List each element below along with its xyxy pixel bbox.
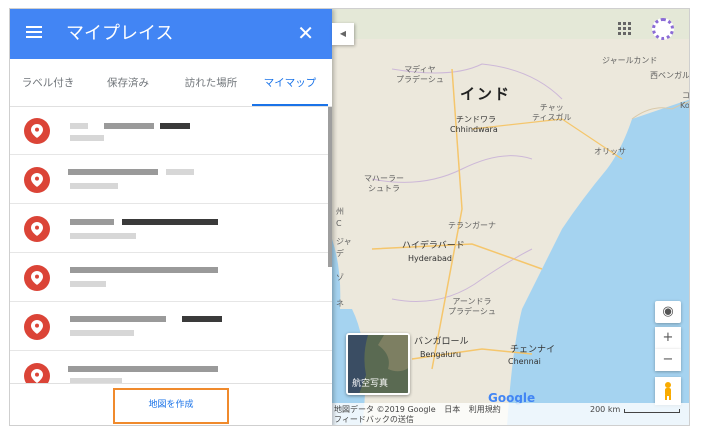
label-hyderabad-en: Hyderabad [408, 254, 452, 263]
pegman-shape [665, 382, 671, 400]
list-item[interactable] [10, 107, 332, 155]
apps-grid-icon[interactable] [618, 22, 632, 36]
label-partial-jiang: ジャ [336, 237, 352, 246]
label-telangana: テランガーナ [448, 221, 496, 230]
label-chennai-en: Chennai [508, 357, 541, 366]
feedback-link[interactable]: フィードバックの送信 [334, 415, 689, 425]
redacted-text [68, 366, 218, 372]
redacted-text [68, 169, 158, 175]
map-pin-icon [24, 265, 50, 291]
label-madhya-pradesh: マディヤ プラデーシュ [396, 65, 444, 84]
list-item[interactable] [10, 352, 332, 383]
map-pin-icon [24, 118, 50, 144]
map-canvas[interactable]: インド マディヤ プラデーシュ チンドワラ Chhindwara チャッ ティス… [332, 9, 690, 425]
label-andhra-pradesh: アーンドラ プラデーシュ [448, 297, 496, 316]
pin-glyph [31, 271, 43, 285]
pin-glyph [31, 173, 43, 187]
label-bangalore-ja: バンガロール [414, 337, 469, 347]
pin-glyph [31, 124, 43, 138]
list-item[interactable] [10, 205, 332, 253]
label-partial-c: C [336, 219, 342, 228]
redacted-text [70, 316, 166, 322]
redacted-text [70, 123, 88, 129]
account-avatar[interactable] [652, 18, 674, 40]
redacted-text [70, 330, 134, 336]
map-pin-icon [24, 363, 50, 383]
map-pin-icon [24, 167, 50, 193]
label-jharkhand: ジャールカンド [602, 56, 658, 65]
label-partial-ne: ネ [336, 299, 344, 308]
redacted-text [70, 135, 104, 141]
tab-saved[interactable]: 保存済み [100, 59, 156, 106]
map-data-text: 地図データ ©2019 Google [334, 405, 436, 414]
scale-bar [624, 409, 680, 413]
label-maharashtra: マハーラー シュトラ [364, 174, 404, 193]
label-chhindwara-en: Chhindwara [450, 125, 498, 134]
close-icon[interactable]: ✕ [297, 21, 314, 45]
list-item[interactable] [10, 156, 332, 204]
map-pin-icon [24, 216, 50, 242]
label-chhattisgarh: チャッ ティスガル [532, 103, 572, 122]
redacted-text [70, 233, 136, 239]
pin-glyph [31, 369, 43, 383]
redacted-text [182, 316, 222, 322]
map-pin-icon [24, 314, 50, 340]
app-window: インド マディヤ プラデーシュ チンドワラ Chhindwara チャッ ティス… [9, 8, 690, 426]
tab-visited[interactable]: 訪れた場所 [178, 59, 244, 106]
redacted-text [70, 267, 218, 273]
redacted-text [122, 219, 218, 225]
satellite-toggle[interactable]: 航空写真 [346, 333, 410, 395]
tab-bar: ラベル付き 保存済み 訪れた場所 マイマップ [10, 59, 332, 107]
list-scrollbar[interactable] [328, 107, 332, 267]
collapse-panel-button[interactable]: ◀ [332, 23, 354, 45]
terms-link[interactable]: 利用規約 [469, 405, 501, 414]
label-west-bengal: 西ベンガル [650, 71, 690, 80]
zoom-in-button[interactable]: + [655, 327, 681, 349]
label-partial-zo: ゾ [336, 273, 344, 282]
zoom-out-button[interactable]: − [655, 349, 681, 371]
attribution-bar: 地図データ ©2019 Google 日本 利用規約 フィードバックの送信 20… [332, 403, 689, 425]
satellite-label: 航空写真 [352, 379, 389, 389]
tab-labeled[interactable]: ラベル付き [18, 59, 78, 106]
panel-title: マイプレイス [66, 23, 174, 44]
list-item[interactable] [10, 254, 332, 302]
create-map-button[interactable]: 地図を作成 [113, 388, 229, 424]
label-odisha: オリッサ [594, 147, 626, 156]
panel-footer: 地図を作成 [10, 383, 332, 425]
my-maps-list [10, 107, 332, 383]
redacted-text [70, 219, 114, 225]
my-location-icon[interactable]: ◉ [655, 301, 681, 323]
redacted-text [160, 123, 190, 129]
tab-my-maps[interactable]: マイマップ [252, 59, 328, 106]
pegman-icon[interactable] [655, 377, 681, 405]
redacted-text [70, 281, 106, 287]
label-chhindwara-ja: チンドワラ [456, 115, 496, 124]
label-partial-state: 州 [336, 207, 344, 216]
redacted-text [104, 123, 154, 129]
my-places-panel: マイプレイス ✕ ラベル付き 保存済み 訪れた場所 マイマップ 地図を作成 [10, 9, 332, 425]
hamburger-menu-icon[interactable] [24, 23, 46, 45]
redacted-text [166, 169, 194, 175]
label-kolkata-en: Ko [680, 101, 690, 110]
label-chennai-ja: チェンナイ [510, 345, 556, 355]
pin-glyph [31, 222, 43, 236]
pin-glyph [31, 320, 43, 334]
label-kolkata-ja: コ [682, 91, 690, 100]
country-text[interactable]: 日本 [444, 405, 460, 414]
redacted-text [70, 183, 118, 189]
label-bengaluru-en: Bengaluru [420, 350, 462, 359]
map-controls: ◉ + − [655, 301, 681, 405]
label-india: インド [460, 85, 512, 103]
label-hyderabad-ja: ハイデラバード [402, 241, 465, 251]
list-item[interactable] [10, 303, 332, 351]
label-partial-de: デ [336, 249, 344, 258]
scale-label: 200 km [590, 405, 621, 414]
panel-header: マイプレイス ✕ [10, 9, 332, 59]
